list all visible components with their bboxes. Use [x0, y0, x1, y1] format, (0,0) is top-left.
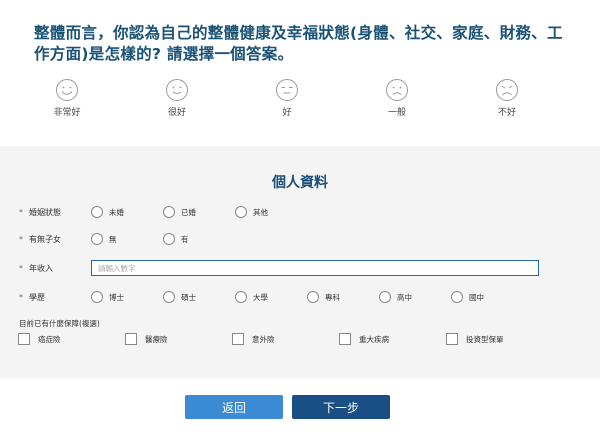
very-happy-face-icon — [56, 79, 78, 101]
checkbox-medical-insurance[interactable]: 醫療險 — [125, 333, 168, 345]
rating-option-very-good[interactable]: 非常好 — [37, 78, 97, 118]
radio-marital-married[interactable]: 已婚 — [163, 206, 196, 218]
radio-marital-other[interactable]: 其他 — [235, 206, 268, 218]
radio-education-junior-high[interactable]: 國中 — [451, 291, 484, 303]
radio-education-high-school[interactable]: 高中 — [379, 291, 412, 303]
next-button[interactable]: 下一步 — [292, 395, 390, 419]
radio-children-no[interactable]: 無 — [91, 233, 117, 245]
rating-option-good[interactable]: 很好 — [147, 78, 207, 118]
income-label: * 年收入 — [19, 264, 53, 273]
sad-face-icon — [386, 79, 408, 101]
checkbox-investment-policy[interactable]: 投資型保單 — [446, 333, 504, 345]
rating-label: 一般 — [387, 108, 406, 118]
rating-options: 非常好 很好 好 一般 不好 — [0, 78, 600, 122]
neutral-face-icon — [276, 79, 298, 101]
checkbox-critical-illness[interactable]: 重大疾病 — [339, 333, 389, 345]
rating-option-bad[interactable]: 不好 — [477, 78, 537, 118]
radio-marital-single[interactable]: 未婚 — [91, 206, 124, 218]
rating-label: 不好 — [497, 108, 516, 118]
question-section: 整體而言，你認為自己的整體健康及幸福狀態(身體、社交、家庭、財務、工作方面)是怎… — [0, 0, 600, 146]
radio-children-yes[interactable]: 有 — [163, 233, 189, 245]
checkbox-accident-insurance[interactable]: 意外險 — [232, 333, 275, 345]
checkbox-cancer-insurance[interactable]: 癌症險 — [18, 333, 61, 345]
profile-section: 個人資料 *婚姻狀態 未婚 已婚 其他 *有無子女 無 有 *年收入 *學歷 博… — [0, 146, 600, 378]
rating-label: 很好 — [167, 108, 186, 118]
insurance-title: 目前已有什麼保障(複選) — [19, 319, 100, 328]
radio-education-university[interactable]: 大學 — [235, 291, 268, 303]
happy-face-icon — [166, 79, 188, 101]
profile-title: 個人資料 — [272, 175, 328, 191]
very-sad-face-icon — [496, 79, 518, 101]
rating-label: 非常好 — [53, 108, 81, 118]
rating-option-fine[interactable]: 好 — [257, 78, 317, 118]
radio-education-master[interactable]: 碩士 — [163, 291, 196, 303]
question-text: 整體而言，你認為自己的整體健康及幸福狀態(身體、社交、家庭、財務、工作方面)是怎… — [34, 24, 563, 63]
education-label: * 學歷 — [19, 293, 45, 302]
rating-label: 好 — [282, 108, 292, 118]
radio-education-college[interactable]: 專科 — [307, 291, 340, 303]
rating-option-average[interactable]: 一般 — [367, 78, 427, 118]
radio-education-phd[interactable]: 博士 — [91, 291, 124, 303]
children-label: * 有無子女 — [19, 235, 61, 244]
marital-label: * 婚姻狀態 — [19, 208, 61, 217]
back-button[interactable]: 返回 — [185, 395, 283, 419]
income-input[interactable] — [91, 260, 539, 276]
